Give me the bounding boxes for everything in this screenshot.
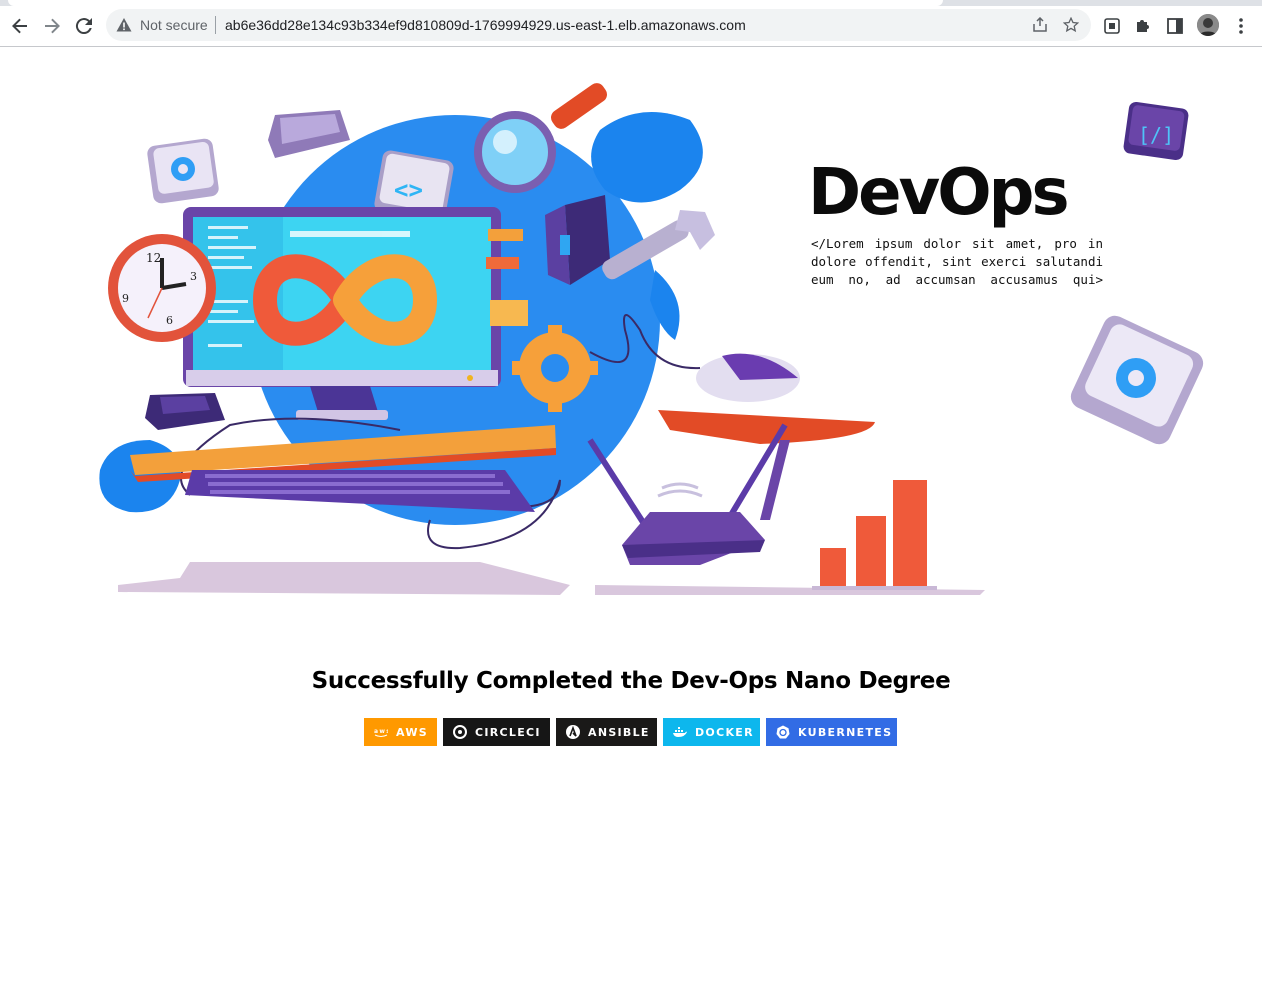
star-icon [1063,17,1079,33]
svg-text:<>: <> [394,176,423,204]
svg-text:6: 6 [166,314,173,327]
browser-menu-button[interactable] [1230,15,1252,37]
forward-button[interactable] [38,12,66,40]
side-panel-button[interactable] [1164,15,1186,37]
clock-icon: 12 3 6 9 [108,234,216,342]
badge-aws: aws AWS [364,718,437,746]
url-text[interactable]: ab6e36dd28e134c93b334ef9d810809d-1769994… [225,17,746,33]
menu-kebab-icon [1239,18,1243,34]
mouse-icon [696,353,800,402]
ansible-icon [566,725,580,739]
bar-chart-icon [812,480,937,590]
reload-button[interactable] [70,12,98,40]
hero-description-line: eum no, ad accumsan accusamus qui> [811,272,1103,287]
router-icon [587,423,788,565]
badge-label: ANSIBLE [588,725,650,739]
omnibox-separator [215,16,216,34]
badge-docker: DOCKER [663,718,760,746]
hero-title: DevOps [808,156,1070,230]
badge-circleci: CIRCLECI [443,718,550,746]
extension-button[interactable] [1101,15,1123,37]
hero-description-line: dolore offendit, sint exerci salutandi [811,254,1103,269]
svg-text:3: 3 [190,270,197,283]
gear-keycap-right-icon [1070,315,1204,445]
circleci-icon [453,725,467,739]
extension-puzzle-icon [1137,20,1149,32]
svg-text:[/]: [/] [1138,123,1174,147]
svg-text:9: 9 [122,292,129,305]
badge-row: aws AWS CIRCLECI ANSIBLE DOCKER KUBERNET… [364,718,897,746]
docker-icon [673,725,687,739]
badge-kubernetes: KUBERNETES [766,718,897,746]
address-bar[interactable]: Not secure ab6e36dd28e134c93b334ef9d8108… [106,9,1091,41]
gear-keycap-icon [147,138,219,204]
extension-icon [1104,18,1120,34]
badge-label: KUBERNETES [798,725,893,739]
forward-icon [45,18,60,34]
badge-label: AWS [396,725,428,739]
badge-label: DOCKER [695,725,754,739]
svg-text:12: 12 [146,251,161,265]
share-icon [1033,17,1047,32]
reload-icon [75,18,92,35]
devops-illustration: <> 12 3 6 9 [/] [99,83,1204,595]
badge-ansible: ANSIBLE [556,718,657,746]
aws-icon: aws [374,725,388,739]
slash-keycap-icon: [/] [1123,101,1189,161]
browser-chrome: Not secure ab6e36dd28e134c93b334ef9d8108… [0,0,1262,47]
bookmark-button[interactable] [1061,15,1081,35]
badge-label: CIRCLECI [475,725,541,739]
security-label[interactable]: Not secure [140,17,208,33]
page-headline: Successfully Completed the Dev-Ops Nano … [311,668,951,694]
side-panel-icon [1167,18,1183,34]
back-icon [12,18,27,34]
warning-icon [116,18,132,32]
back-button[interactable] [6,12,34,40]
profile-avatar[interactable] [1197,14,1219,36]
share-button[interactable] [1030,15,1050,35]
browser-toolbar: Not secure ab6e36dd28e134c93b334ef9d8108… [0,6,1262,46]
hero-description: </Lorem ipsum dolor sit amet, pro in dol… [811,235,1103,289]
svg-text:aws: aws [374,728,388,735]
kubernetes-icon [776,725,790,739]
hero-description-line: </Lorem ipsum dolor sit amet, pro in [811,236,1103,251]
extensions-menu-button[interactable] [1132,15,1154,37]
